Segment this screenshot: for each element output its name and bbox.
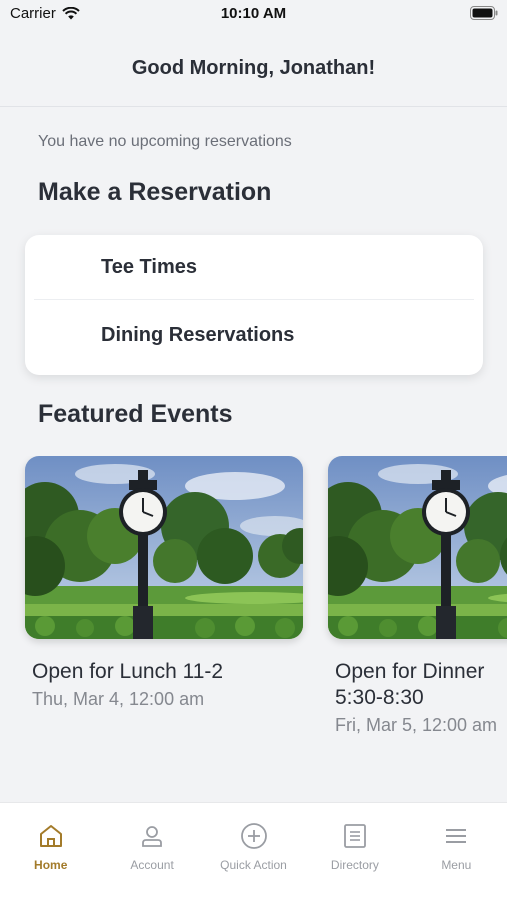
tab-bar: Home Account Quick Action Directory Menu xyxy=(0,802,507,900)
status-bar: Carrier 10:10 AM xyxy=(0,0,507,30)
featured-events-carousel[interactable]: Open for Lunch 11-2 Thu, Mar 4, 12:00 am… xyxy=(0,456,507,756)
tab-directory[interactable]: Directory xyxy=(304,803,405,900)
event-date: Thu, Mar 4, 12:00 am xyxy=(32,689,205,709)
make-reservation-title: Make a Reservation xyxy=(38,178,272,206)
event-image xyxy=(328,456,507,639)
tab-menu[interactable]: Menu xyxy=(406,803,507,900)
no-reservations-message: You have no upcoming reservations xyxy=(38,133,292,150)
reservation-card: Tee Times Dining Reservations xyxy=(25,235,483,375)
tab-menu-label: Menu xyxy=(441,858,472,872)
list-icon xyxy=(343,821,367,851)
event-date: Fri, Mar 5, 12:00 am xyxy=(335,715,498,735)
tee-times-label: Tee Times xyxy=(101,255,197,278)
plus-circle-icon xyxy=(240,821,268,851)
event-card-lunch[interactable]: Open for Lunch 11-2 Thu, Mar 4, 12:00 am xyxy=(25,456,303,710)
dining-reservations-label: Dining Reservations xyxy=(101,323,295,346)
status-time: 10:10 AM xyxy=(220,5,287,22)
greeting-title: Good Morning, Jonathan! xyxy=(131,56,376,79)
header: Good Morning, Jonathan! xyxy=(0,30,507,107)
event-title: Open for Lunch 11-2 xyxy=(32,660,224,683)
clock-tower-photo xyxy=(328,456,507,639)
event-image xyxy=(25,456,303,639)
tab-quick-action[interactable]: Quick Action xyxy=(203,803,304,900)
tee-times-item[interactable]: Tee Times xyxy=(25,235,483,299)
tab-quick-action-label: Quick Action xyxy=(220,858,287,872)
event-title: Open for Dinner 5:30-8:30 xyxy=(335,660,485,709)
tab-account[interactable]: Account xyxy=(101,803,202,900)
tab-account-label: Account xyxy=(130,858,174,872)
home-icon xyxy=(38,821,64,851)
tab-home[interactable]: Home xyxy=(0,803,101,900)
hamburger-icon xyxy=(444,821,468,851)
event-card-dinner[interactable]: Open for Dinner 5:30-8:30 Fri, Mar 5, 12… xyxy=(328,456,507,736)
featured-events-title: Featured Events xyxy=(38,400,233,428)
battery-icon xyxy=(470,6,498,24)
clock-tower-photo xyxy=(25,456,303,639)
home-screen: Carrier 10:10 AM Good Morning, Jonathan!… xyxy=(0,0,507,900)
tab-home-label: Home xyxy=(34,858,68,872)
person-icon xyxy=(140,821,164,851)
tab-directory-label: Directory xyxy=(330,858,379,872)
dining-reservations-item[interactable]: Dining Reservations xyxy=(25,300,483,370)
